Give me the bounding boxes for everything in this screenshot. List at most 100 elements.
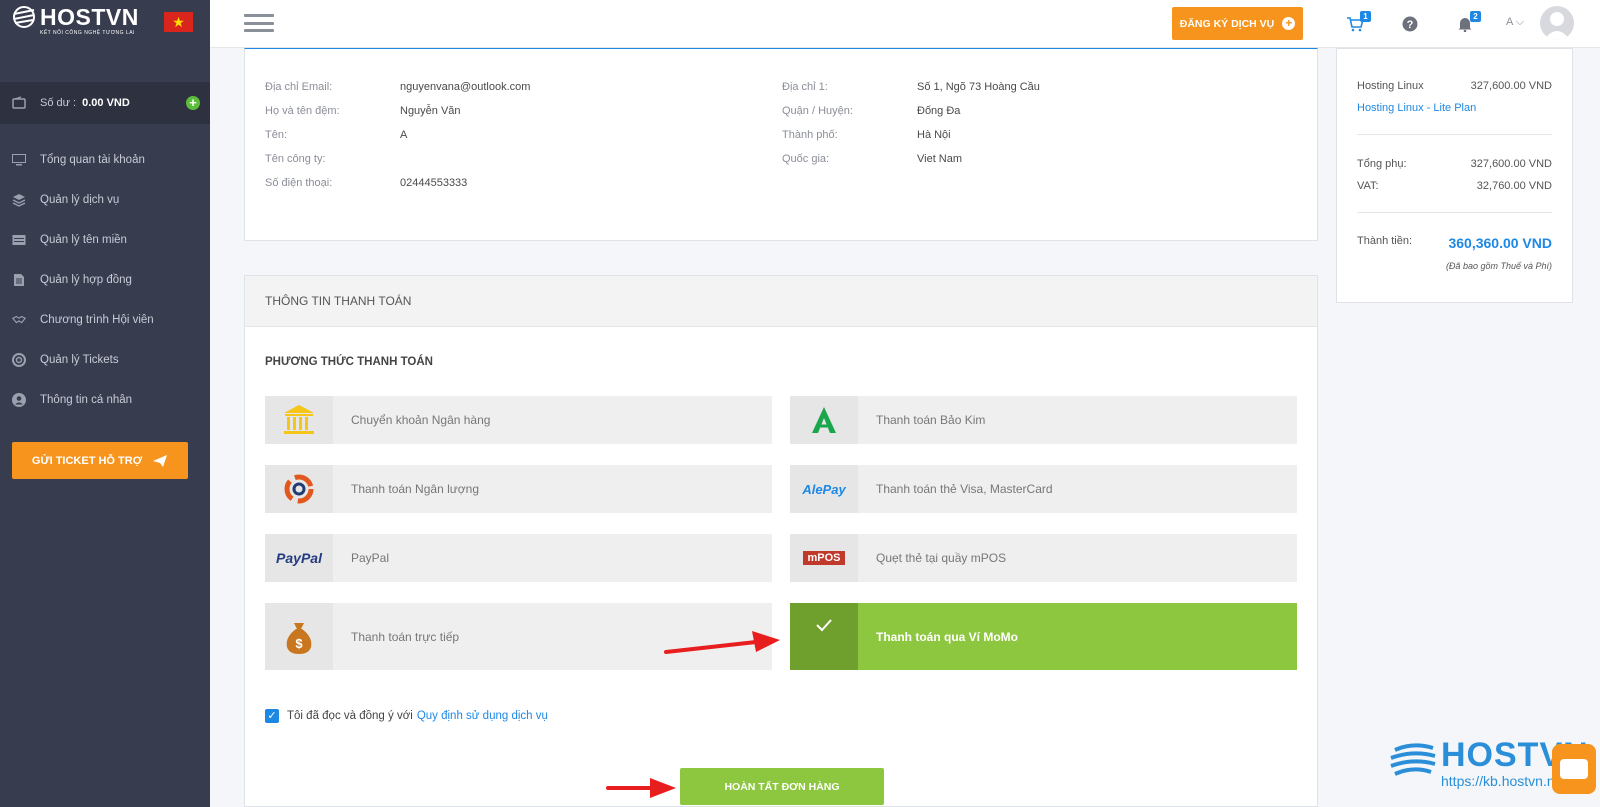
complete-order-button[interactable]: HOÀN TẤT ĐƠN HÀNG bbox=[680, 768, 884, 805]
complete-order-label: HOÀN TẤT ĐƠN HÀNG bbox=[724, 780, 840, 793]
summary-subtotal-row: Tổng phụ: 327,600.00 VND bbox=[1357, 158, 1552, 170]
info-label: Họ và tên đệm: bbox=[265, 105, 340, 117]
document-icon bbox=[12, 273, 26, 287]
summary-plan-link[interactable]: Hosting Linux - Lite Plan bbox=[1357, 102, 1476, 114]
terms-link[interactable]: Quy định sử dụng dịch vụ bbox=[417, 710, 548, 722]
hostvn-watermark: HOSTVN https://kb.hostvn.net bbox=[1389, 738, 1588, 798]
customer-info-left: Địa chỉ Email: nguyenvana@outlook.com Họ … bbox=[265, 81, 530, 201]
sidebar-item-contracts[interactable]: Quản lý hợp đồng bbox=[0, 260, 210, 300]
user-icon bbox=[12, 393, 26, 407]
chat-widget-button[interactable] bbox=[1552, 744, 1596, 794]
payment-info-card: THÔNG TIN THANH TOÁN PHƯƠNG THỨC THANH T… bbox=[244, 275, 1318, 807]
info-label: Tên: bbox=[265, 129, 288, 141]
layers-icon bbox=[12, 193, 26, 207]
info-value: A bbox=[400, 129, 408, 141]
info-value: Nguyễn Văn bbox=[400, 105, 461, 117]
sidebar-item-overview[interactable]: Tổng quan tài khoản bbox=[0, 140, 210, 180]
info-label: Địa chỉ 1: bbox=[782, 81, 828, 93]
subtotal-value: 327,600.00 VND bbox=[1470, 158, 1552, 170]
send-ticket-button[interactable]: GỬI TICKET HỖ TRỢ bbox=[12, 442, 188, 479]
notification-bell-icon[interactable]: 2 bbox=[1455, 11, 1481, 34]
sidebar-item-profile[interactable]: Thông tin cá nhân bbox=[0, 380, 210, 420]
topbar: ĐĂNG KÝ DỊCH VỤ + 1 ? 2 A ⌵ bbox=[210, 0, 1600, 48]
total-label: Thành tiền: bbox=[1357, 235, 1413, 247]
cart-icon[interactable]: 1 bbox=[1345, 11, 1371, 34]
method-baokim[interactable]: Thanh toán Bảo Kim bbox=[790, 396, 1297, 444]
watermark-globe-icon bbox=[1390, 743, 1436, 776]
info-value: Đống Đa bbox=[917, 105, 961, 117]
terms-agreement: ✓ Tôi đã đọc và đồng ý với Quy định sử d… bbox=[265, 709, 548, 723]
paypal-logo-text: PayPal bbox=[276, 550, 322, 566]
sidebar-item-label: Quản lý hợp đồng bbox=[40, 274, 132, 286]
method-visa-mastercard[interactable]: AlePay Thanh toán thẻ Visa, MasterCard bbox=[790, 465, 1297, 513]
sidebar-item-label: Quản lý tên miền bbox=[40, 234, 127, 246]
payment-method-title: PHƯƠNG THỨC THANH TOÁN bbox=[265, 356, 433, 368]
customer-info-right: Địa chỉ 1: Số 1, Ngõ 73 Hoàng Cầu Quận / … bbox=[782, 81, 1040, 177]
baokim-logo-icon bbox=[790, 396, 858, 444]
method-nganluong[interactable]: Thanh toán Ngân lượng bbox=[265, 465, 772, 513]
method-label: Thanh toán Ngân lượng bbox=[351, 482, 479, 496]
avatar[interactable] bbox=[1540, 6, 1574, 40]
alepay-logo-icon: AlePay bbox=[790, 465, 858, 513]
terms-checkbox[interactable]: ✓ bbox=[265, 709, 279, 723]
method-paypal[interactable]: PayPal PayPal bbox=[265, 534, 772, 582]
nganluong-logo-icon bbox=[265, 465, 333, 513]
info-value: 02444553333 bbox=[400, 177, 468, 189]
method-label: Thanh toán trực tiếp bbox=[351, 629, 460, 644]
wallet-icon bbox=[12, 96, 26, 109]
user-initial: A bbox=[1506, 16, 1513, 28]
cart-count-badge: 1 bbox=[1360, 11, 1371, 22]
balance-label: Số dư : bbox=[40, 97, 77, 109]
summary-item-row: Hosting Linux 327,600.00 VND bbox=[1357, 80, 1552, 92]
add-funds-icon[interactable]: + bbox=[186, 96, 200, 110]
info-label: Thành phố: bbox=[782, 129, 838, 141]
watermark-url: https://kb.hostvn.net bbox=[1441, 773, 1567, 789]
method-momo-selected[interactable]: Thanh toán qua Ví MoMo bbox=[790, 603, 1297, 670]
sidebar-nav: Tổng quan tài khoản Quản lý dịch vụ Quản… bbox=[0, 140, 210, 420]
menu-toggle-icon[interactable] bbox=[244, 14, 274, 32]
chevron-down-icon: ⌵ bbox=[1515, 16, 1525, 28]
info-label: Tên công ty: bbox=[265, 153, 326, 165]
info-row-address: Địa chỉ 1: Số 1, Ngõ 73 Hoàng Cầu bbox=[782, 81, 1040, 105]
logo-text: HOSTVN bbox=[40, 4, 139, 30]
help-icon[interactable]: ? bbox=[1400, 14, 1420, 34]
sidebar-item-tickets[interactable]: Quản lý Tickets bbox=[0, 340, 210, 380]
user-menu[interactable]: A ⌵ bbox=[1506, 16, 1524, 29]
alepay-logo-text: AlePay bbox=[802, 481, 846, 497]
info-value: Viet Nam bbox=[917, 153, 963, 165]
send-ticket-label: GỬI TICKET HỖ TRỢ bbox=[31, 454, 143, 467]
total-value: 360,360.00 VND bbox=[1448, 235, 1552, 251]
sidebar-item-domains[interactable]: Quản lý tên miền bbox=[0, 220, 210, 260]
lifebuoy-icon bbox=[12, 353, 26, 367]
info-label: Số điện thoại: bbox=[265, 177, 333, 189]
summary-item-price: 327,600.00 VND bbox=[1470, 80, 1552, 92]
method-mpos[interactable]: mPOS Quẹt thẻ tại quầy mPOS bbox=[790, 534, 1297, 582]
vat-value: 32,760.00 VND bbox=[1476, 180, 1552, 192]
terms-text: Tôi đã đọc và đồng ý với bbox=[287, 710, 413, 722]
method-bank-transfer[interactable]: Chuyển khoản Ngân hàng bbox=[265, 396, 772, 444]
logo-subtitle: KẾT NỐI CÔNG NGHỆ TƯƠNG LAI bbox=[40, 30, 135, 36]
register-service-button[interactable]: ĐĂNG KÝ DỊCH VỤ + bbox=[1172, 7, 1303, 40]
vietnam-flag-icon[interactable]: ★ bbox=[164, 12, 193, 32]
paypal-logo-icon: PayPal bbox=[265, 534, 333, 582]
info-row-district: Quận / Huyện: Đống Đa bbox=[782, 105, 1040, 129]
sidebar-item-membership[interactable]: Chương trình Hội viên bbox=[0, 300, 210, 340]
monitor-icon bbox=[12, 153, 26, 167]
divider bbox=[1357, 134, 1552, 135]
annotation-arrow-icon bbox=[606, 778, 676, 798]
summary-item-name: Hosting Linux bbox=[1357, 80, 1424, 92]
info-value: Hà Nội bbox=[917, 129, 951, 141]
info-row-middle-name: Họ và tên đệm: Nguyễn Văn bbox=[265, 105, 530, 129]
mpos-logo-icon: mPOS bbox=[790, 534, 858, 582]
sidebar-item-services[interactable]: Quản lý dịch vụ bbox=[0, 180, 210, 220]
sidebar-item-label: Chương trình Hội viên bbox=[40, 314, 154, 326]
hostvn-logo[interactable]: HOSTVN KẾT NỐI CÔNG NGHỆ TƯƠNG LAI bbox=[12, 6, 142, 42]
total-note: (Đã bao gồm Thuế và Phí) bbox=[1445, 261, 1552, 271]
method-label: PayPal bbox=[351, 551, 390, 565]
method-label: Chuyển khoản Ngân hàng bbox=[351, 413, 491, 427]
svg-text:?: ? bbox=[1407, 19, 1414, 31]
register-service-label: ĐĂNG KÝ DỊCH VỤ bbox=[1179, 17, 1275, 30]
check-icon bbox=[790, 603, 858, 670]
balance-value: 0.00 VND bbox=[82, 97, 130, 109]
info-row-first-name: Tên: A bbox=[265, 129, 530, 153]
